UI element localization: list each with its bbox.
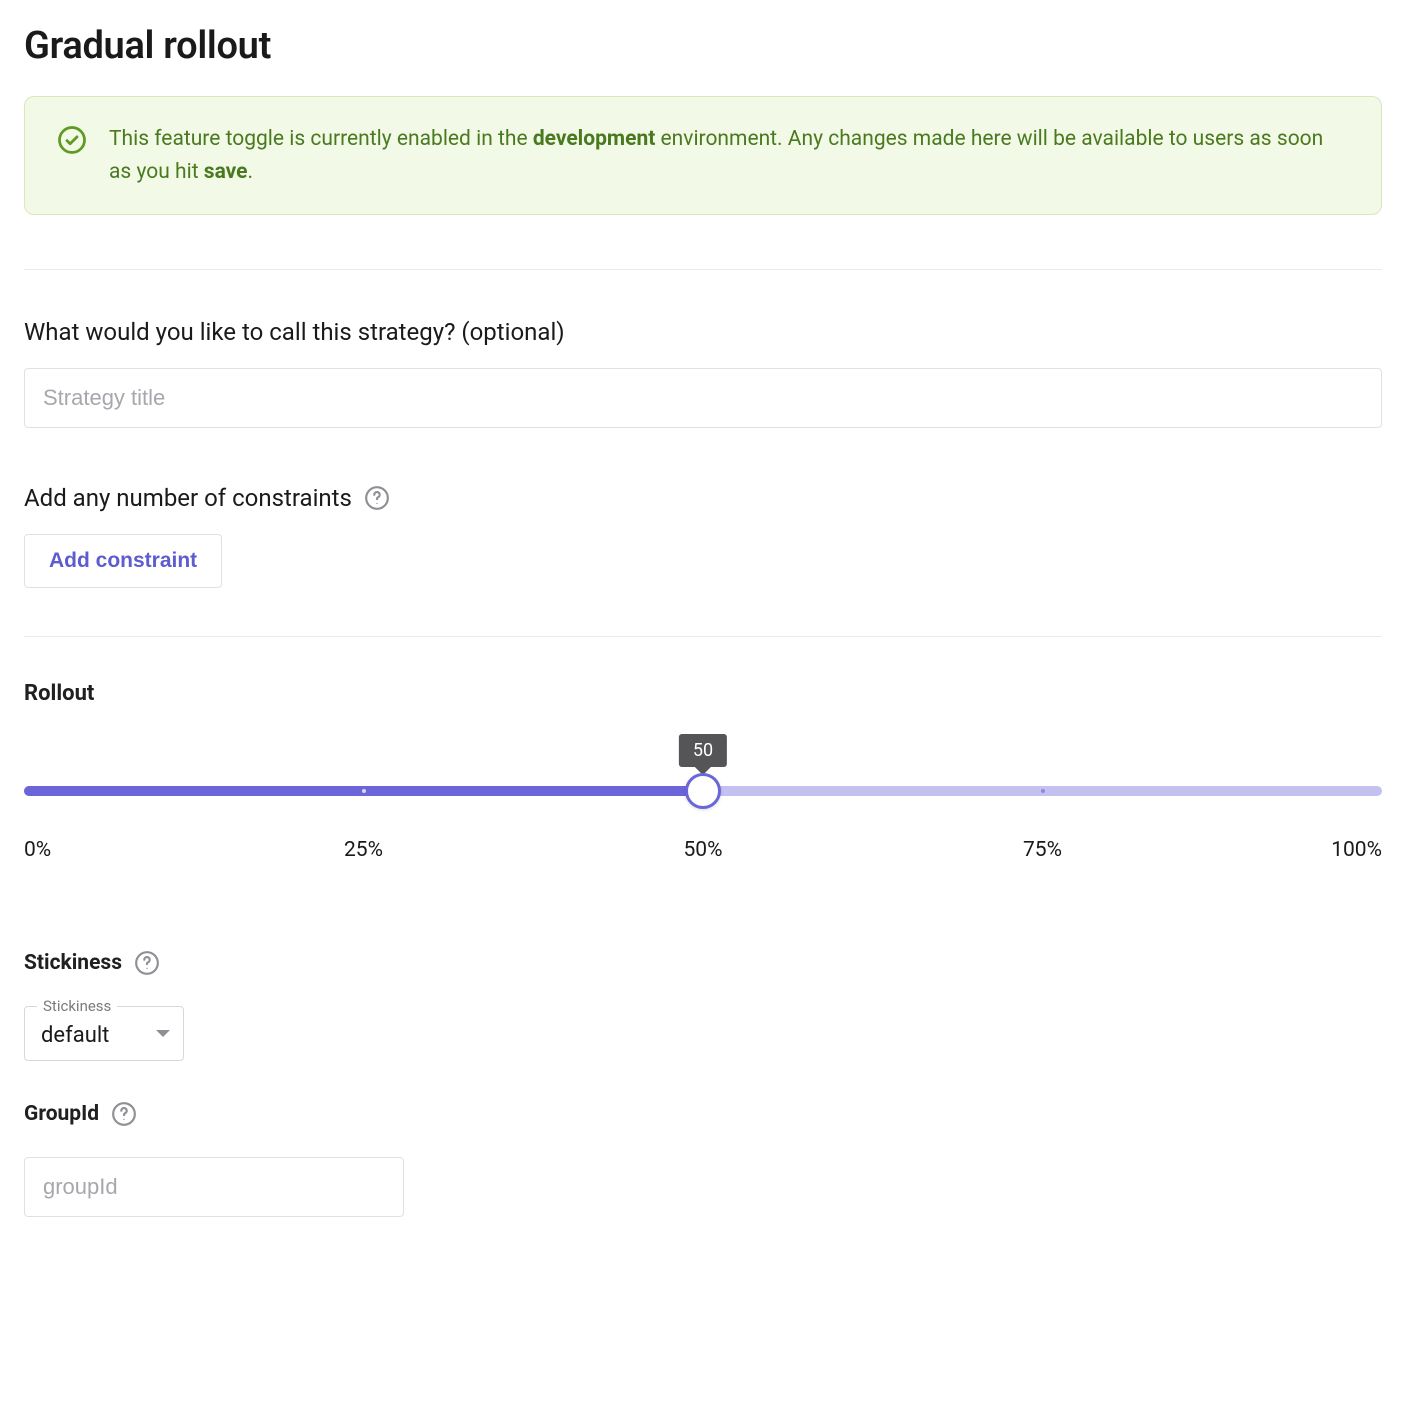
slider-tick [1041, 789, 1045, 793]
rollout-label: Rollout [24, 681, 1382, 706]
groupid-input[interactable] [24, 1157, 404, 1217]
slider-tick [362, 789, 366, 793]
slider-labels: 0% 25% 50% 75% 100% [24, 838, 1382, 866]
strategy-name-section: What would you like to call this strateg… [24, 270, 1382, 428]
slider-label-50: 50% [684, 838, 723, 862]
rollout-section: Rollout 50 0% 25% 50% 75% 100% [24, 637, 1382, 910]
environment-alert: This feature toggle is currently enabled… [24, 96, 1382, 215]
groupid-label: GroupId [24, 1102, 99, 1126]
strategy-name-label: What would you like to call this strateg… [24, 318, 1382, 346]
help-icon[interactable] [134, 950, 160, 976]
slider-label-100: 100% [1331, 838, 1382, 862]
groupid-section: GroupId [24, 1101, 1382, 1217]
help-icon[interactable] [111, 1101, 137, 1127]
stickiness-label: Stickiness [24, 951, 122, 975]
slider-label-25: 25% [344, 838, 383, 862]
alert-text: This feature toggle is currently enabled… [109, 123, 1349, 188]
strategy-title-input[interactable] [24, 368, 1382, 428]
stickiness-value: default [41, 1023, 109, 1048]
slider-thumb[interactable] [685, 773, 721, 809]
stickiness-legend: Stickiness [37, 997, 117, 1015]
slider-tooltip: 50 [679, 734, 727, 767]
constraints-section: Add any number of constraints Add constr… [24, 484, 1382, 636]
chevron-down-icon [155, 1029, 171, 1039]
page-title: Gradual rollout [24, 24, 1382, 68]
add-constraint-button[interactable]: Add constraint [24, 534, 222, 588]
rollout-slider[interactable]: 50 [24, 740, 1382, 830]
stickiness-select[interactable]: Stickiness default [24, 1006, 184, 1061]
constraints-label: Add any number of constraints [24, 484, 352, 512]
slider-label-75: 75% [1023, 838, 1062, 862]
stickiness-section: Stickiness Stickiness default [24, 950, 1382, 1061]
slider-label-0: 0% [24, 838, 51, 862]
help-icon[interactable] [364, 485, 390, 511]
check-circle-icon [57, 125, 87, 155]
